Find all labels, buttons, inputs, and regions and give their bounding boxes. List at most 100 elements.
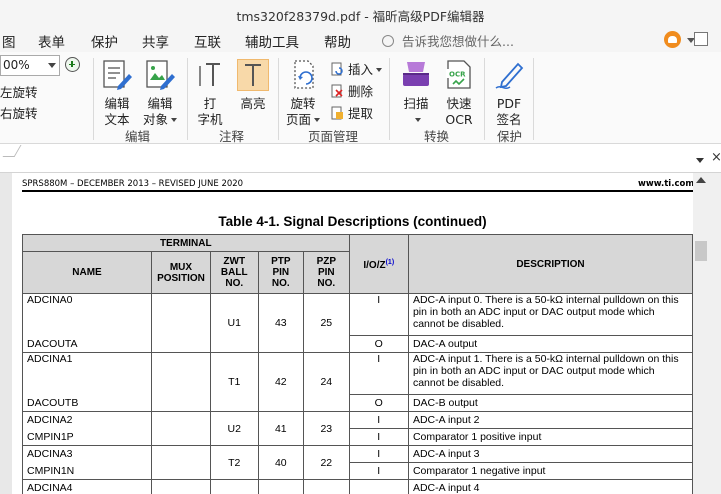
feedback-icon[interactable] bbox=[664, 31, 681, 48]
ribbon-divider bbox=[278, 58, 279, 140]
zoom-select[interactable]: 00% bbox=[0, 55, 60, 76]
io-cell: I bbox=[348, 411, 409, 429]
insert-page-button[interactable]: 插入 bbox=[330, 59, 383, 78]
menu-share[interactable]: 共享 bbox=[142, 31, 169, 51]
signal-name: DACOUTA bbox=[22, 335, 152, 353]
name-header: NAME bbox=[22, 251, 152, 294]
pzp-cell: 24 bbox=[303, 352, 350, 412]
group-label-convert: 转换 bbox=[424, 129, 450, 144]
io-cell: I bbox=[348, 462, 409, 480]
ptp-header: PTP PIN NO. bbox=[257, 251, 305, 294]
io-cell: O bbox=[348, 394, 409, 412]
tell-me-search[interactable]: 告诉我您想做什么... bbox=[382, 31, 514, 50]
ptp-cell: 40 bbox=[257, 445, 305, 480]
ribbon-divider bbox=[93, 58, 94, 140]
tell-me-placeholder: 告诉我您想做什么... bbox=[402, 34, 514, 49]
tab-list-dropdown-icon[interactable] bbox=[696, 158, 704, 163]
rotate-left-button[interactable]: 左旋转 bbox=[0, 82, 38, 101]
menu-help[interactable]: 帮助 bbox=[324, 31, 351, 51]
ocr-badge: OCR bbox=[449, 71, 466, 79]
ptp-cell: 43 bbox=[257, 293, 305, 353]
terminal-header: TERMINAL bbox=[22, 234, 350, 252]
ptp-cell bbox=[257, 479, 305, 494]
page-header-left: SPRS880M – DECEMBER 2013 – REVISED JUNE … bbox=[22, 179, 244, 189]
signal-name: ADCINA1 bbox=[22, 352, 152, 395]
menu-tools[interactable]: 辅助工具 bbox=[245, 31, 299, 51]
mux-cell bbox=[151, 352, 211, 412]
table-row: DACOUTA O DAC-A output bbox=[22, 335, 693, 353]
menu-protect[interactable]: 保护 bbox=[91, 31, 118, 51]
table-row: CMPIN1N I Comparator 1 negative input bbox=[22, 462, 693, 480]
quick-ocr-label-1: 快速 bbox=[446, 96, 472, 111]
zwt-cell: T2 bbox=[209, 445, 259, 480]
pzp-cell bbox=[303, 479, 350, 494]
highlight-button[interactable]: 高亮 bbox=[236, 58, 270, 112]
ribbon-divider bbox=[533, 58, 534, 140]
extract-page-button[interactable]: 提取 bbox=[330, 103, 373, 122]
ocr-icon: OCR bbox=[446, 60, 471, 89]
io-cell bbox=[348, 479, 409, 494]
rotate-right-button[interactable]: 右旋转 bbox=[0, 103, 38, 122]
description-cell: Comparator 1 negative input bbox=[407, 462, 693, 480]
rotate-page-label-1: 旋转 bbox=[290, 96, 316, 111]
zwt-header: ZWT BALL NO. bbox=[209, 251, 259, 294]
scan-button[interactable]: 扫描 bbox=[398, 58, 434, 128]
pdf-sign-button[interactable]: PDF 签名 bbox=[492, 58, 526, 128]
edit-object-icon bbox=[146, 60, 175, 90]
close-icon[interactable]: × bbox=[711, 150, 721, 165]
edit-object-label-1: 编辑 bbox=[147, 96, 173, 111]
quick-ocr-button[interactable]: OCR 快速 OCR bbox=[442, 58, 476, 128]
menu-connect[interactable]: 互联 bbox=[194, 31, 221, 51]
signal-name: DACOUTB bbox=[22, 394, 152, 412]
io-cell: I bbox=[348, 352, 409, 395]
edit-text-button[interactable]: 编辑 文本 bbox=[100, 58, 134, 128]
ribbon: 00% 左旋转 右旋转 编辑 文本 编辑 对象 编辑 打 字机 高亮 注释 旋转… bbox=[0, 52, 721, 144]
group-label-protect: 保护 bbox=[497, 129, 523, 144]
signal-name: CMPIN1N bbox=[22, 462, 152, 480]
typewriter-button[interactable]: 打 字机 bbox=[194, 58, 226, 128]
edit-object-button[interactable]: 编辑 对象 bbox=[140, 58, 180, 128]
scrollbar-thumb[interactable] bbox=[695, 241, 707, 261]
delete-page-button[interactable]: 删除 bbox=[330, 81, 373, 100]
ribbon-divider bbox=[389, 58, 390, 140]
zoom-value: 00% bbox=[3, 58, 30, 72]
page-header-right: www.ti.com bbox=[638, 179, 693, 189]
description-cell: ADC-A input 1. There is a 50-kΩ internal… bbox=[407, 352, 693, 395]
pdf-page: SPRS880M – DECEMBER 2013 – REVISED JUNE … bbox=[12, 173, 693, 494]
scroll-up-icon[interactable] bbox=[696, 177, 706, 183]
ioz-header: I/O/Z(1) bbox=[348, 234, 409, 294]
scan-label: 扫描 bbox=[403, 96, 429, 111]
document-tab-strip: × bbox=[0, 145, 721, 173]
zwt-cell: U1 bbox=[209, 293, 259, 353]
table-row: ADCINA3 T2 40 22 I ADC-A input 3 bbox=[22, 445, 693, 480]
pzp-cell: 23 bbox=[303, 411, 350, 446]
mux-cell bbox=[151, 479, 211, 494]
signal-name: ADCINA4 bbox=[22, 479, 152, 494]
description-cell: ADC-A input 3 bbox=[407, 445, 693, 463]
description-cell: ADC-A input 4 bbox=[407, 479, 693, 494]
insert-page-icon bbox=[331, 62, 343, 76]
io-cell: I bbox=[348, 445, 409, 463]
ribbon-divider bbox=[187, 58, 188, 140]
io-cell: I bbox=[348, 428, 409, 446]
description-header: DESCRIPTION bbox=[407, 234, 693, 294]
group-label-page-manage: 页面管理 bbox=[308, 129, 359, 144]
table-row: CMPIN1P I Comparator 1 positive input bbox=[22, 428, 693, 446]
header-rule bbox=[22, 190, 693, 192]
table-title: Table 4-1. Signal Descriptions (continue… bbox=[218, 214, 487, 229]
highlight-icon bbox=[245, 64, 261, 86]
zoom-in-icon[interactable] bbox=[65, 57, 80, 72]
rotate-page-button[interactable]: 旋转 页面 bbox=[283, 58, 323, 128]
scanner-icon bbox=[403, 62, 429, 86]
pdf-sign-label-1: PDF bbox=[496, 96, 522, 111]
extract-page-icon bbox=[331, 106, 343, 120]
window-title: tms320f28379d.pdf - 福昕高级PDF编辑器 bbox=[236, 9, 485, 24]
signal-table: TERMINAL I/O/Z(1) DESCRIPTION NAME MUX P… bbox=[22, 234, 693, 494]
document-viewport[interactable]: SPRS880M – DECEMBER 2013 – REVISED JUNE … bbox=[0, 173, 721, 494]
pzp-header: PZP PIN NO. bbox=[303, 251, 350, 294]
vertical-scrollbar[interactable] bbox=[693, 173, 721, 494]
menu-form[interactable]: 表单 bbox=[38, 31, 65, 51]
description-cell: DAC-A output bbox=[407, 335, 693, 353]
menu-view[interactable]: 图 bbox=[2, 31, 16, 51]
window-icon[interactable] bbox=[694, 32, 708, 46]
